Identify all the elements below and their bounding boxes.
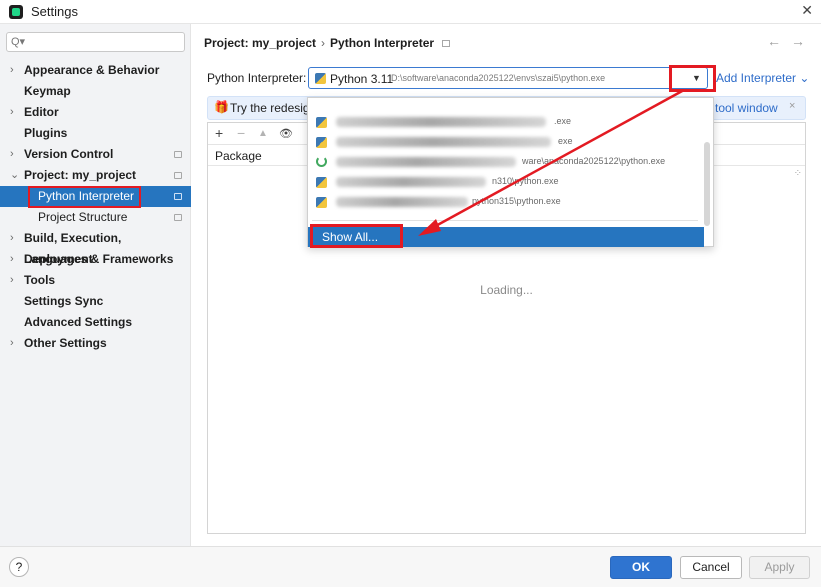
sidebar-item-build[interactable]: › Build, Execution, Deployment [0,228,191,266]
blurred-path [336,117,546,127]
project-scope-icon [174,193,182,200]
sidebar-item-label: Keymap [24,84,71,98]
loading-text: Loading... [480,283,533,297]
search-input[interactable]: Q▾ [6,32,185,52]
forward-arrow-icon[interactable]: → [791,33,805,49]
sidebar-item-label: Other Settings [24,336,107,350]
chevron-right-icon[interactable]: › [10,144,14,165]
highlight-python-interpreter [28,186,141,208]
sidebar-item-project[interactable]: ⌄ Project: my_project [0,165,191,186]
sidebar-item-label: Advanced Settings [24,315,133,329]
interpreter-option[interactable]: python315\python.exe [308,192,702,212]
search-icon: Q▾ [11,36,26,48]
interpreter-option[interactable]: .exe [308,112,702,132]
sidebar-item-settings-sync[interactable]: Settings Sync [0,291,191,312]
python-icon [316,117,327,128]
history-navigation: ← → [757,33,805,49]
breadcrumb-separator: › [321,36,326,50]
interpreter-option-text: python315\python.exe [472,196,561,206]
sidebar-item-project-structure[interactable]: Project Structure [0,207,191,228]
blurred-path [336,197,468,207]
banner-text: Try the redesign [230,101,317,115]
tool-window-link[interactable]: tool window [715,101,778,115]
project-scope-icon [442,40,451,48]
breadcrumb: Project: my_project › Python Interpreter [204,36,451,50]
sidebar-item-plugins[interactable]: Plugins [0,123,191,144]
settings-sidebar: Q▾ › Appearance & Behavior Keymap › Edit… [0,24,191,546]
python-icon [316,137,327,148]
remove-package-button[interactable]: − [237,125,245,141]
interpreter-path: D:\software\anaconda2025122\envs\szai5\p… [391,73,606,83]
interpreter-label: Python Interpreter: [207,71,307,85]
breadcrumb-project: Project: my_project [204,36,317,50]
chevron-right-icon[interactable]: › [10,102,14,123]
add-package-button[interactable]: + [215,125,223,141]
chevron-down-icon[interactable]: ⌄ [10,165,19,186]
cancel-button[interactable]: Cancel [680,556,742,579]
sidebar-item-label: Version Control [24,147,114,161]
sidebar-item-tools[interactable]: › Tools [0,270,191,291]
eye-icon[interactable]: 👁 [279,127,293,140]
python-icon [315,73,326,84]
interpreter-option-text: n310\python.exe [492,176,559,186]
chevron-right-icon[interactable]: › [10,270,14,291]
highlight-show-all [310,224,403,248]
sidebar-item-appearance[interactable]: › Appearance & Behavior [0,60,191,81]
blurred-path [336,157,516,167]
pycharm-icon [9,5,23,19]
sidebar-item-version-control[interactable]: › Version Control [0,144,191,165]
blurred-path [336,137,551,147]
interpreter-version: Python 3.11 [330,72,394,86]
project-scope-icon [174,172,182,179]
sidebar-item-label: Tools [24,273,56,287]
dropdown-divider [312,220,698,221]
chevron-right-icon[interactable]: › [10,249,14,270]
sidebar-item-label: Appearance & Behavior [24,63,160,77]
interpreter-select[interactable]: Python 3.11 D:\software\anaconda2025122\… [308,67,708,89]
package-column-header[interactable]: Package [215,149,262,163]
python-icon [316,177,327,188]
close-icon[interactable]: × [789,100,795,112]
gift-icon: 🎁 [214,100,229,114]
project-scope-icon [174,214,182,221]
help-button[interactable]: ? [9,557,29,577]
back-arrow-icon[interactable]: ← [767,33,781,49]
breadcrumb-page: Python Interpreter [330,36,435,50]
close-icon[interactable]: ✕ [801,2,813,19]
project-scope-icon [174,151,182,158]
sidebar-item-editor[interactable]: › Editor [0,102,191,123]
interpreter-option[interactable]: n310\python.exe [308,172,702,192]
sidebar-item-advanced-settings[interactable]: Advanced Settings [0,312,191,333]
sidebar-item-label: Settings Sync [24,294,104,308]
sidebar-item-label: Project Structure [38,210,128,224]
sidebar-item-label: Project: my_project [24,168,137,182]
interpreter-option-text: exe [558,136,573,146]
add-interpreter-link[interactable]: Add Interpreter ⌄ [716,71,809,85]
interpreter-option-text: .exe [554,116,572,126]
interpreter-option-text: ware\anaconda2025122\python.exe [522,156,666,166]
title-bar: Settings ✕ [0,0,821,24]
sidebar-item-label: Languages & Frameworks [24,252,174,266]
sidebar-item-other-settings[interactable]: › Other Settings [0,333,191,354]
loading-spinner-icon: ⁘ [793,168,802,179]
dropdown-scrollbar[interactable] [704,142,710,226]
window-title: Settings [31,4,78,19]
chevron-right-icon[interactable]: › [10,333,14,354]
python-icon [316,197,327,208]
apply-button[interactable]: Apply [749,556,810,579]
sidebar-item-keymap[interactable]: Keymap [0,81,191,102]
dialog-footer: ? OK Cancel Apply [0,546,821,587]
interpreter-option[interactable]: exe [308,132,702,152]
blurred-path [336,177,486,187]
chevron-right-icon[interactable]: › [10,60,14,81]
upgrade-package-button[interactable]: ▲ [258,128,268,139]
chevron-right-icon[interactable]: › [10,228,14,249]
conda-spinner-icon [316,156,327,167]
ok-button[interactable]: OK [610,556,672,579]
sidebar-item-languages[interactable]: › Languages & Frameworks [0,249,191,270]
sidebar-item-label: Editor [24,105,59,119]
sidebar-item-label: Plugins [24,126,68,140]
interpreter-option[interactable]: ware\anaconda2025122\python.exe [308,152,702,172]
highlight-dropdown-arrow [669,65,716,92]
